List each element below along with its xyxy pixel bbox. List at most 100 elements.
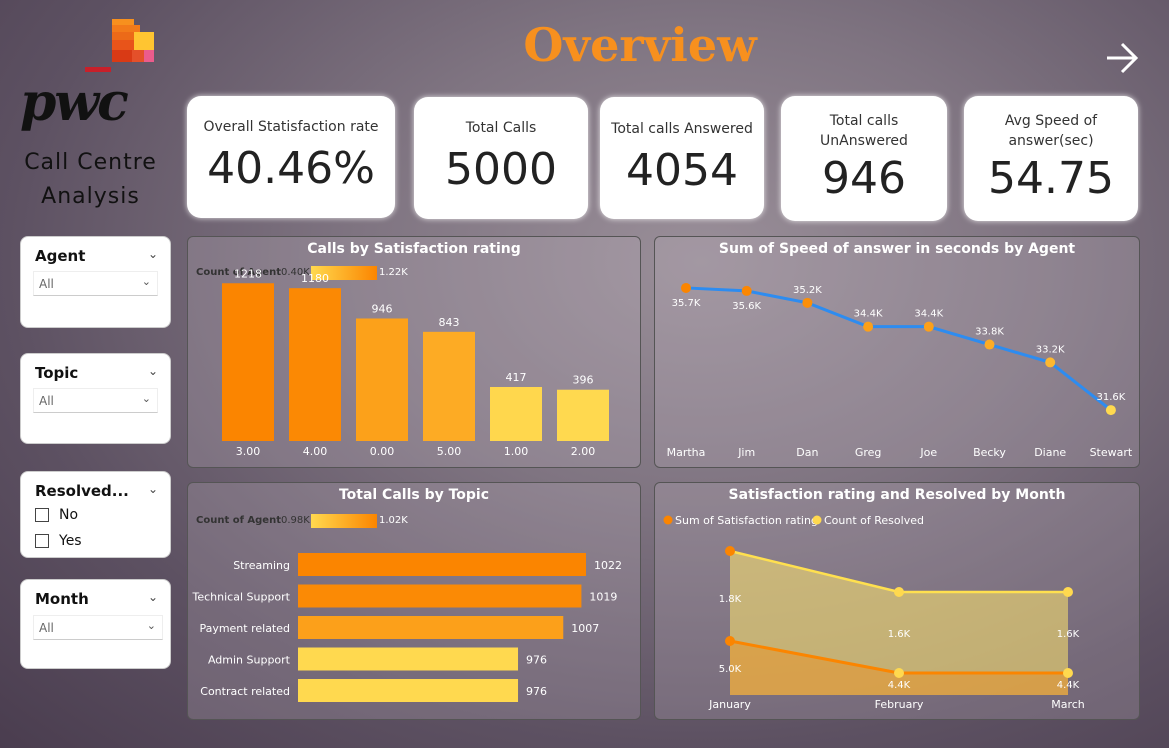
bar	[490, 386, 542, 441]
bar	[356, 318, 408, 441]
agent-dropdown[interactable]: All ⌄	[33, 271, 158, 296]
brand-logo-text: pwc	[20, 72, 129, 133]
point-data-label: 35.2K	[793, 285, 822, 296]
point-data-label: 4.4K	[1057, 680, 1080, 691]
y-tick-label: Streaming	[233, 559, 290, 572]
data-point	[1063, 668, 1073, 678]
point-data-label: 34.4K	[914, 309, 943, 320]
data-point	[894, 668, 904, 678]
data-point	[863, 321, 874, 332]
chevron-down-icon: ⌄	[141, 392, 151, 405]
collapse-chevron-icon[interactable]: ⌄	[148, 247, 158, 261]
point-data-label: 33.8K	[975, 327, 1004, 338]
resolved-option-no[interactable]: No	[35, 507, 78, 523]
legend-marker	[812, 515, 822, 525]
kpi-value: 5000	[445, 144, 557, 195]
point-data-label: 33.2K	[1036, 344, 1065, 355]
kpi-value: 40.46%	[207, 143, 375, 194]
y-tick-label: Payment related	[199, 622, 290, 635]
point-data-label: 1.6K	[888, 629, 911, 640]
data-point	[681, 282, 691, 293]
bar-data-label: 417	[506, 371, 527, 384]
chart-calls-by-satisfaction: Calls by Satisfaction rating Count of Ag…	[187, 236, 641, 468]
slicer-agent: Agent ⌄ All ⌄	[20, 236, 171, 328]
kpi-card-satisfaction: Overall Statisfaction rate 40.46%	[187, 96, 395, 218]
bar	[298, 584, 582, 608]
kpi-card-calls-answered: Total calls Answered 4054	[600, 97, 764, 219]
bar-data-label: 976	[526, 654, 547, 667]
slicer-month: Month ⌄ All ⌄	[20, 579, 171, 669]
pwc-logo-blocks	[85, 19, 154, 72]
bar	[557, 389, 609, 441]
bar	[298, 647, 519, 671]
bar-data-label: 843	[439, 316, 460, 329]
bar	[222, 283, 274, 441]
kpi-label: Overall Statisfaction rate	[203, 119, 379, 135]
bar-data-label: 1218	[234, 267, 262, 280]
chart-svg: Sum of Satisfaction rating Count of Resol…	[663, 514, 1085, 711]
legend-max: 1.02K	[379, 515, 408, 526]
x-tick-label: Becky	[973, 446, 1006, 459]
kpi-value: 54.75	[988, 153, 1114, 204]
bar-data-label: 946	[372, 302, 393, 315]
chevron-down-icon: ⌄	[146, 619, 156, 632]
checkbox-label: Yes	[59, 533, 82, 549]
data-point	[923, 321, 934, 332]
data-point	[741, 285, 752, 296]
dropdown-value: All	[39, 394, 54, 408]
collapse-chevron-icon[interactable]: ⌄	[148, 590, 158, 604]
bar-data-label: 1019	[589, 591, 617, 604]
collapse-chevron-icon[interactable]: ⌄	[148, 364, 158, 378]
point-data-label: 35.6K	[732, 301, 761, 312]
dropdown-value: All	[39, 621, 54, 635]
chart-svg: Count of Agent 0.40K 1.22K12183.0011804.00…	[196, 266, 609, 458]
data-point	[1105, 405, 1116, 416]
point-data-label: 1.8K	[719, 594, 742, 605]
legend-label: Count of Agent	[196, 515, 281, 526]
legend-label: Sum of Satisfaction rating	[675, 514, 818, 527]
x-tick-label: Joe	[919, 446, 937, 459]
data-point	[725, 636, 735, 646]
x-tick-label: Martha	[667, 446, 706, 459]
x-tick-label: January	[708, 698, 751, 711]
data-point	[984, 339, 995, 350]
bar	[298, 553, 586, 576]
kpi-label: Total calls Answered	[611, 121, 753, 137]
bar-data-label: 396	[573, 374, 594, 387]
kpi-card-total-calls: Total Calls 5000	[414, 97, 588, 219]
chevron-down-icon: ⌄	[141, 275, 151, 288]
kpi-label: Total Calls	[465, 120, 537, 136]
x-tick-label: 1.00	[504, 445, 529, 458]
slicer-title: Month	[35, 590, 89, 608]
chart-speed-by-agent: Sum of Speed of answer in seconds by Age…	[654, 236, 1140, 468]
kpi-label: Total calls UnAnswered	[820, 113, 908, 149]
topic-dropdown[interactable]: All ⌄	[33, 388, 158, 413]
next-page-arrow-icon[interactable]	[1102, 38, 1142, 78]
x-tick-label: 3.00	[236, 445, 261, 458]
kpi-value: 4054	[626, 145, 738, 196]
chart-satisfaction-resolved-by-month: Satisfaction rating and Resolved by Mont…	[654, 482, 1140, 720]
dashboard-subtitle: Call Centre Analysis	[18, 146, 163, 214]
resolved-option-yes[interactable]: Yes	[35, 533, 82, 549]
legend-max: 1.22K	[379, 267, 408, 278]
bar-data-label: 1022	[594, 559, 622, 572]
checkbox[interactable]	[35, 508, 49, 522]
point-data-label: 1.6K	[1057, 629, 1080, 640]
data-point	[1045, 357, 1056, 368]
x-tick-label: 5.00	[437, 445, 462, 458]
x-tick-label: Dan	[796, 446, 818, 459]
legend-marker	[663, 515, 673, 525]
checkbox[interactable]	[35, 534, 49, 548]
y-tick-label: Technical Support	[192, 591, 291, 604]
point-data-label: 5.0K	[719, 664, 742, 675]
subtitle-line-2: Analysis	[41, 184, 140, 209]
month-dropdown[interactable]: All ⌄	[33, 615, 163, 640]
data-point	[1063, 587, 1073, 597]
collapse-chevron-icon[interactable]: ⌄	[148, 482, 158, 496]
legend-gradient-bar	[311, 514, 377, 528]
data-point	[802, 297, 813, 308]
y-tick-label: Admin Support	[208, 654, 291, 667]
x-tick-label: Jim	[737, 446, 755, 459]
bar	[298, 679, 519, 702]
slicer-title: Agent	[35, 247, 86, 265]
